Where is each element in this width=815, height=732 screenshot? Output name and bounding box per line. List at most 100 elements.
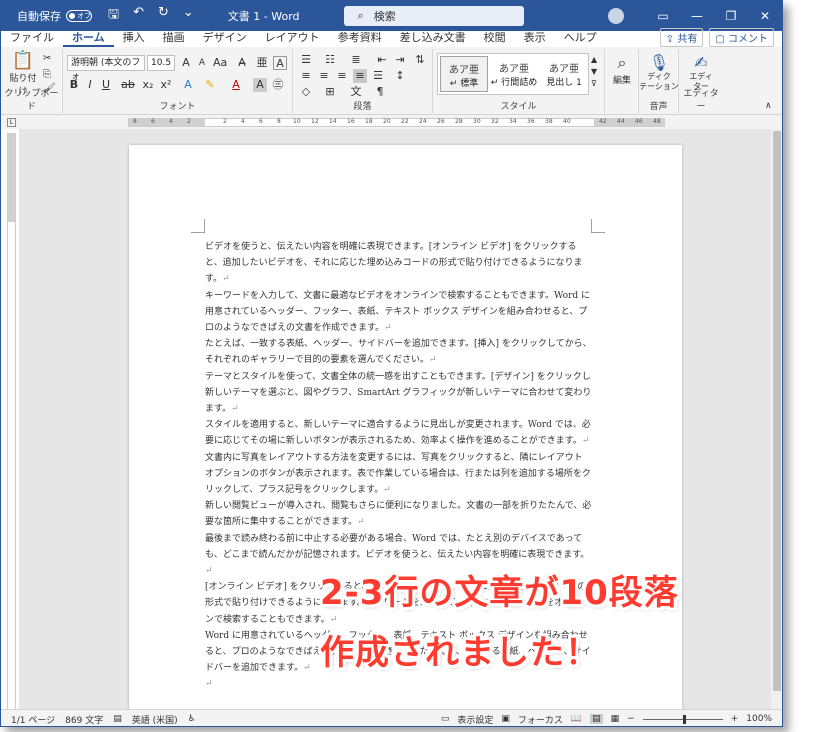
bold-icon[interactable]: B: [67, 78, 81, 92]
zoom-out-icon[interactable]: −: [627, 714, 635, 724]
justify-icon[interactable]: ≡: [353, 69, 367, 83]
comments-button[interactable]: ▢ コメント: [709, 28, 774, 47]
paragraph-mark: ↵: [383, 485, 391, 496]
italic-icon[interactable]: I: [83, 78, 97, 92]
increase-indent-icon[interactable]: ⇥: [393, 53, 407, 67]
bullets-icon[interactable]: ☰: [299, 53, 313, 67]
scrollbar-thumb[interactable]: [773, 131, 781, 691]
highlight-icon[interactable]: ✎: [203, 78, 217, 92]
font-size-select[interactable]: 10.5: [147, 55, 175, 71]
font-name-select[interactable]: 游明朝 (本文のフォ: [67, 55, 145, 82]
tab-file[interactable]: ファイル: [1, 31, 63, 47]
strikethrough-icon[interactable]: ab: [121, 78, 135, 92]
ruler-strip[interactable]: 8 6 4 2 2 4 6 8 10 12 14 16 18 20 22 24 …: [128, 118, 665, 127]
clear-formatting-icon[interactable]: A̶: [235, 56, 249, 70]
copy-icon[interactable]: ⎘: [43, 69, 51, 80]
document-area[interactable]: ビデオを使うと、伝えたい内容を明確に表現できます。[オンライン ビデオ] をクリ…: [19, 129, 771, 709]
display-settings[interactable]: 表示設定: [457, 713, 493, 726]
undo-icon[interactable]: ↶: [133, 5, 144, 27]
grow-font-icon[interactable]: A: [179, 56, 193, 70]
tab-draw[interactable]: 描画: [154, 31, 194, 47]
zoom-in-icon[interactable]: +: [731, 714, 739, 724]
tab-mailings[interactable]: 差し込み文書: [391, 31, 475, 47]
phonetic-guide-icon[interactable]: 亜: [255, 56, 269, 70]
superscript-icon[interactable]: x²: [159, 78, 173, 92]
asian-layout-icon[interactable]: 文: [349, 85, 363, 99]
styles-more-icon[interactable]: ⊽: [591, 79, 597, 88]
tab-selector[interactable]: L: [7, 118, 16, 127]
empty-paragraph: ↵: [205, 676, 593, 692]
dictate-button[interactable]: 🎙 ディク テーション: [639, 53, 679, 92]
customize-qat-icon[interactable]: ⌄: [183, 5, 194, 27]
print-layout-icon[interactable]: ▤: [590, 714, 603, 724]
styles-scroll-up-icon[interactable]: ▲: [591, 55, 597, 64]
align-right-icon[interactable]: ≡: [335, 69, 349, 83]
avatar[interactable]: [608, 8, 624, 24]
style-no-spacing[interactable]: あア亜 ↵ 行間詰め: [490, 56, 538, 92]
web-layout-icon[interactable]: ▦: [611, 714, 620, 724]
style-heading1[interactable]: あア亜 見出し 1: [540, 56, 588, 92]
borders-icon[interactable]: ⊞: [323, 85, 337, 99]
zoom-slider-thumb[interactable]: [682, 714, 686, 724]
document-title: 文書 1 - Word: [227, 10, 300, 23]
proofing-icon[interactable]: ▤: [113, 714, 122, 724]
numbering-icon[interactable]: ☷: [323, 53, 337, 67]
text-effects-icon[interactable]: A: [181, 78, 195, 92]
underline-icon[interactable]: U: [99, 78, 113, 92]
language[interactable]: 英語 (米国): [132, 713, 178, 726]
cut-icon[interactable]: ✂: [43, 53, 51, 64]
shrink-font-icon[interactable]: A: [195, 56, 209, 70]
shading-icon[interactable]: ◇: [299, 85, 313, 99]
vertical-ruler[interactable]: [7, 133, 16, 713]
redo-icon[interactable]: ↻: [158, 5, 169, 27]
styles-scroll-down-icon[interactable]: ▼: [591, 67, 597, 76]
tab-insert[interactable]: 挿入: [114, 31, 154, 47]
zoom-slider[interactable]: [642, 714, 723, 724]
search-box[interactable]: ⌕ 検索: [343, 6, 524, 26]
group-label-font: フォント: [159, 102, 196, 112]
show-marks-icon[interactable]: ¶: [373, 85, 387, 99]
tab-review[interactable]: 校閲: [475, 31, 515, 47]
character-border-icon[interactable]: A: [273, 56, 287, 70]
focus-icon[interactable]: ▣: [501, 714, 510, 724]
tab-help[interactable]: ヘルプ: [555, 31, 606, 47]
autosave-toggle[interactable]: オフ: [66, 10, 92, 22]
close-button[interactable]: ✕: [748, 9, 782, 23]
page-count[interactable]: 1/1 ページ: [11, 713, 55, 726]
ruler-tick: 26: [437, 118, 445, 125]
distributed-icon[interactable]: ☰: [371, 69, 385, 83]
editing-button[interactable]: ⌕ 編集: [607, 53, 637, 86]
change-case-icon[interactable]: Aa: [213, 56, 227, 70]
title-bar: 自動保存 オフ 🖫 ↶ ↻ ⌄ 文書 1 - Word ⌕ 検索 ▭ — ❐ ✕: [1, 1, 782, 31]
share-button[interactable]: ⇪ 共有: [659, 28, 704, 47]
display-settings-icon[interactable]: ▭: [441, 714, 450, 724]
character-shading-icon[interactable]: A: [253, 78, 267, 92]
focus-mode[interactable]: フォーカス: [518, 713, 563, 726]
accessibility-icon[interactable]: ♿: [188, 714, 196, 724]
tab-home[interactable]: ホーム: [63, 31, 114, 47]
tab-view[interactable]: 表示: [515, 31, 555, 47]
minimize-button[interactable]: —: [680, 9, 714, 23]
save-icon[interactable]: 🖫: [108, 5, 119, 27]
style-normal[interactable]: あア亜 ↵ 標準: [440, 56, 488, 92]
word-count[interactable]: 869 文字: [65, 713, 103, 726]
collapse-ribbon-icon[interactable]: ∧: [765, 101, 772, 111]
font-color-icon[interactable]: A: [229, 78, 243, 92]
align-center-icon[interactable]: ≡: [317, 69, 331, 83]
subscript-icon[interactable]: x₂: [141, 78, 155, 92]
read-mode-icon[interactable]: 📖: [571, 714, 582, 724]
ribbon-display-options-icon[interactable]: ▭: [646, 9, 680, 23]
tab-layout[interactable]: レイアウト: [256, 31, 329, 47]
vertical-scrollbar[interactable]: [771, 129, 782, 709]
tab-references[interactable]: 参考資料: [329, 31, 391, 47]
group-font: 游明朝 (本文のフォ 10.5 A A Aa A̶ 亜 A B I U ab x…: [63, 49, 293, 113]
decrease-indent-icon[interactable]: ⇤: [375, 53, 389, 67]
zoom-level[interactable]: 100%: [746, 714, 772, 724]
restore-button[interactable]: ❐: [714, 9, 748, 23]
enclosed-character-icon[interactable]: ㊂: [271, 78, 285, 92]
line-spacing-icon[interactable]: ↕: [393, 69, 407, 83]
align-left-icon[interactable]: ≡: [299, 69, 313, 83]
multilevel-list-icon[interactable]: ≣: [349, 53, 363, 67]
sort-icon[interactable]: ⇅: [413, 53, 427, 67]
tab-design[interactable]: デザイン: [194, 31, 256, 47]
